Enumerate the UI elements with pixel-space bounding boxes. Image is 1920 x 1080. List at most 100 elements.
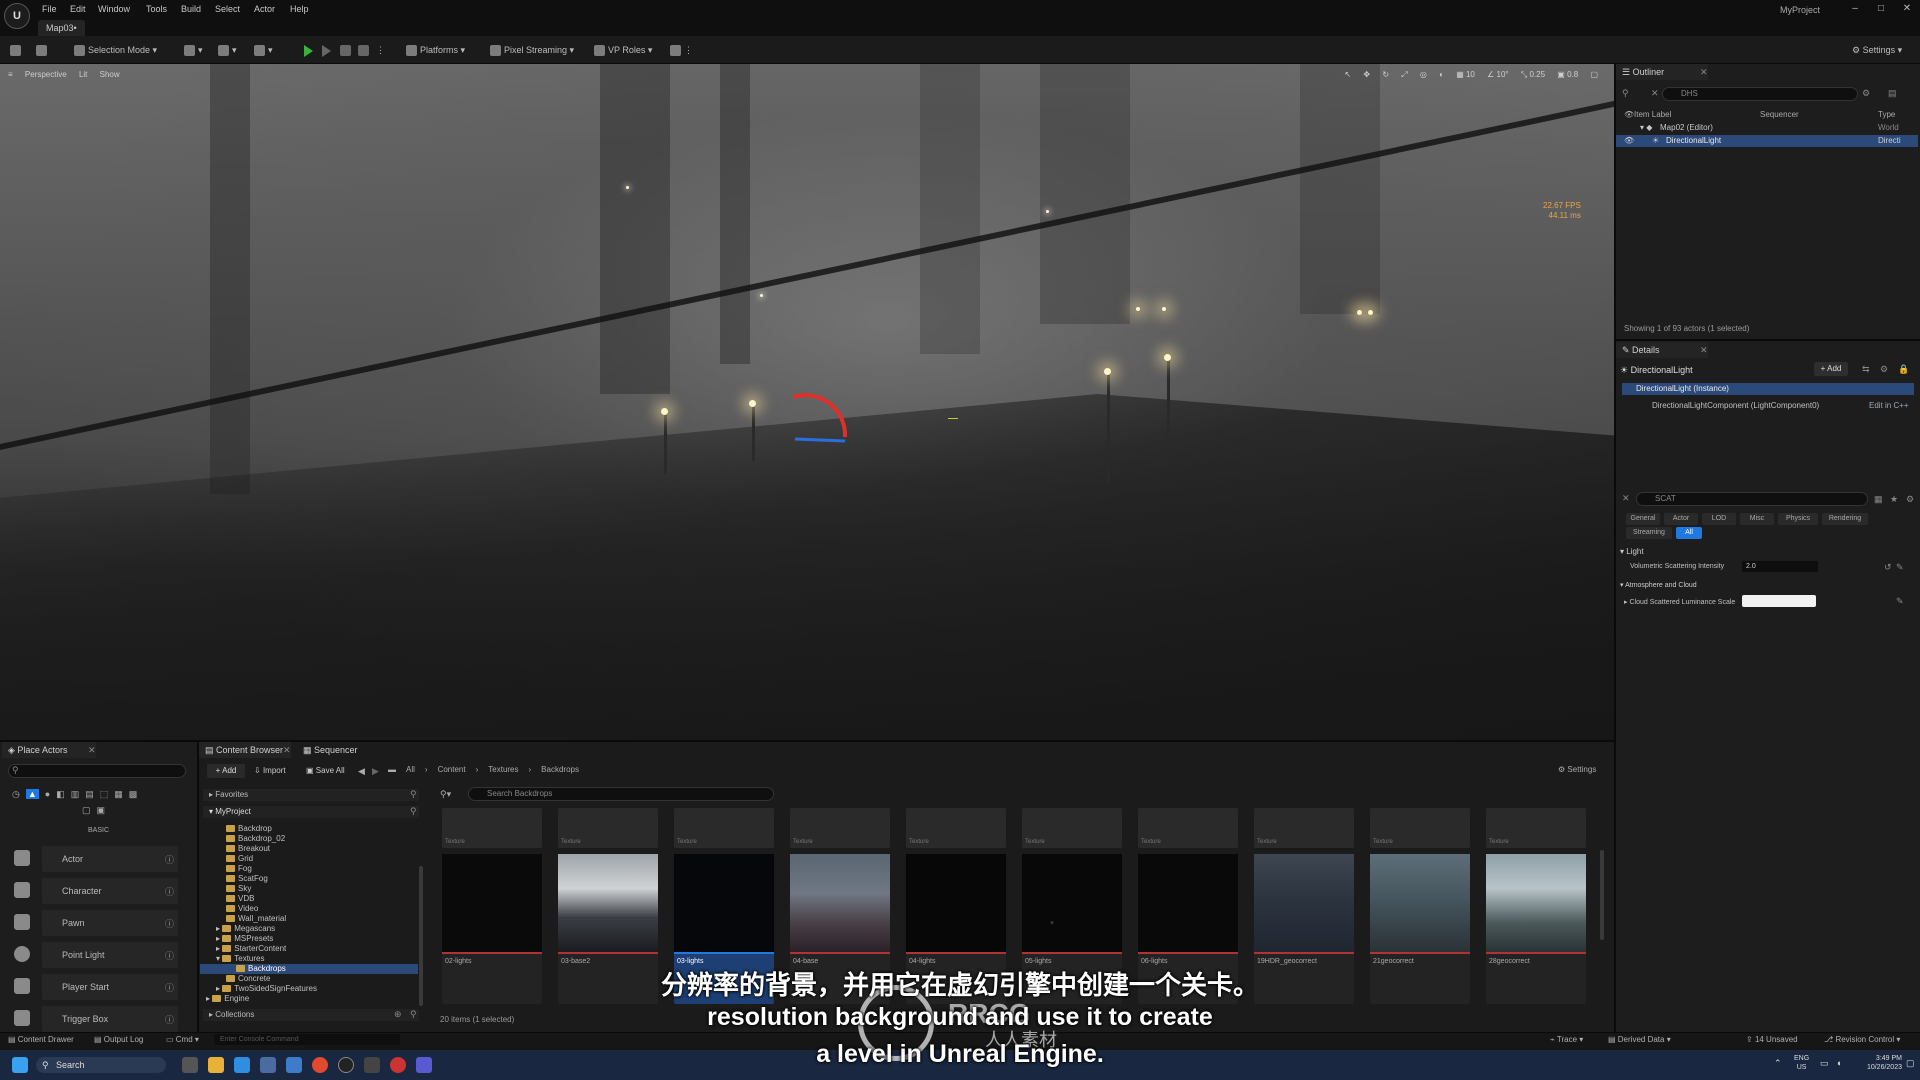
breadcrumb-item[interactable]: Textures (488, 765, 518, 774)
folder-item[interactable]: Backdrop (226, 824, 272, 834)
asset-tile-partial[interactable]: Texture (442, 808, 542, 848)
stop-icon[interactable] (340, 42, 354, 58)
filter-streaming[interactable]: Streaming (1626, 527, 1672, 539)
sequencer-tab[interactable]: ▦ Sequencer (297, 742, 367, 758)
folder-item[interactable]: ▸ MSPresets (216, 934, 273, 944)
folder-item[interactable]: ▸ StarterContent (216, 944, 286, 954)
blueprint-dropdown[interactable]: ▾ (218, 42, 237, 58)
asset-grid-scrollbar[interactable] (1600, 850, 1604, 940)
save-all-button[interactable]: ▣ Save All (306, 764, 345, 778)
all-classes-category-icon[interactable]: ▦ (114, 789, 123, 800)
breadcrumb-item[interactable]: All (406, 765, 415, 774)
outliner-tab[interactable]: ☰ Outliner (1616, 64, 1708, 80)
add-button[interactable]: + Add (207, 764, 245, 778)
folder-item[interactable]: Video (226, 904, 258, 914)
translate-icon[interactable]: ✥ (1363, 70, 1370, 79)
folder-item[interactable]: VDB (226, 894, 254, 904)
grid-snap-button[interactable]: ▦ 10 (1456, 70, 1475, 79)
cloud-luminance-color-swatch[interactable] (1742, 595, 1816, 607)
asset-tile-partial[interactable]: Texture (1486, 808, 1586, 848)
asset-tile-partial[interactable]: Texture (790, 808, 890, 848)
folder-item[interactable]: Breakout (226, 844, 270, 854)
place-actor-item[interactable]: Character ⓘ (14, 878, 178, 904)
content-settings-button[interactable]: ⚙ Settings (1558, 765, 1596, 774)
scale-icon[interactable]: ⤢ (1401, 70, 1407, 80)
favorites-search-icon[interactable]: ⚲ (410, 789, 417, 800)
unreal-logo-icon[interactable]: U (4, 3, 30, 29)
details-search-input[interactable]: SCAT (1636, 492, 1868, 506)
add-component-button[interactable]: + Add (1814, 362, 1848, 376)
save-icon[interactable] (10, 42, 24, 58)
place-actor-item[interactable]: Pawn ⓘ (14, 910, 178, 936)
lock-icon[interactable]: 🔒 (1898, 364, 1909, 375)
menu-tools[interactable]: Tools (146, 4, 167, 14)
browse-icon[interactable] (36, 42, 50, 58)
asset-tile-partial[interactable]: Texture (674, 808, 774, 848)
surface-snap-icon[interactable]: ◐ (1439, 70, 1444, 79)
outliner-row[interactable]: ▾ ◆ Map02 (Editor) World (1616, 122, 1918, 134)
lit-button[interactable]: Lit (79, 70, 87, 79)
vp-roles-dropdown[interactable]: VP Roles ▾ (594, 42, 652, 58)
show-button[interactable]: Show (100, 70, 120, 79)
asset-search-input[interactable]: Search Backdrops (468, 787, 774, 801)
info-icon[interactable]: ⓘ (165, 885, 174, 898)
filter-icon[interactable]: ⚲ (1622, 88, 1629, 99)
sequencer-column[interactable]: Sequencer (1760, 110, 1799, 119)
geometry-category-icon[interactable]: ▤ (85, 789, 94, 800)
details-close-icon[interactable]: ✕ (1700, 345, 1708, 356)
place-actors-search-input[interactable] (8, 764, 186, 778)
content-browser-tab[interactable]: ▤ Content Browser (199, 742, 291, 758)
asset-filter-icon[interactable]: ⚲▾ (440, 789, 451, 800)
close-icon[interactable]: ✕ (1898, 3, 1916, 14)
filter-physics[interactable]: Physics (1778, 513, 1818, 525)
more-options-icon[interactable]: ⋮ (376, 42, 385, 58)
folder-item[interactable]: Backdrop_02 (226, 834, 285, 844)
history-back-icon[interactable]: ◀ (358, 766, 365, 777)
info-icon[interactable]: ⓘ (165, 853, 174, 866)
maximize-viewport-icon[interactable]: ▢ (1590, 70, 1598, 79)
folder-item[interactable]: Fog (226, 864, 252, 874)
settings-dropdown[interactable]: ⚙ Settings ▾ (1852, 42, 1902, 58)
play-button[interactable] (304, 42, 313, 58)
filter-all[interactable]: All (1676, 527, 1702, 539)
breadcrumb-item[interactable]: Backdrops (541, 765, 579, 774)
outliner-options-icon[interactable]: ⚙ (1862, 88, 1870, 99)
maximize-icon[interactable]: □ (1872, 3, 1890, 14)
angle-snap-button[interactable]: ∠ 10° (1487, 70, 1509, 79)
details-tab[interactable]: ✎ Details (1616, 342, 1708, 358)
asset-tile-partial[interactable]: Texture (558, 808, 658, 848)
asset-tile-partial[interactable]: Texture (1254, 808, 1354, 848)
item-label-column[interactable]: Item Label (1634, 110, 1671, 119)
asset-tile-partial[interactable]: Texture (1370, 808, 1470, 848)
clear-search-icon[interactable]: ✕ (1651, 88, 1659, 99)
project-search-icon[interactable]: ⚲ (410, 806, 417, 817)
favorites-header[interactable]: ▸ Favorites (203, 789, 419, 801)
play-step-button[interactable] (322, 42, 331, 58)
outliner-close-icon[interactable]: ✕ (1700, 67, 1708, 78)
history-forward-icon[interactable]: ▶ (372, 766, 379, 777)
minimize-icon[interactable]: – (1846, 3, 1864, 14)
cinematic-category-icon[interactable]: ◧ (56, 789, 65, 800)
extra-category-icon-2[interactable]: ▣ (97, 805, 106, 816)
menu-edit[interactable]: Edit (70, 4, 86, 14)
place-actor-item[interactable]: Actor ⓘ (14, 846, 178, 872)
reset-arrow-icon[interactable]: ↺ (1884, 562, 1892, 573)
edit-in-cpp-link[interactable]: Edit in C++ (1869, 401, 1909, 410)
import-button[interactable]: ⇩ Import (254, 764, 286, 778)
menu-actor[interactable]: Actor (254, 4, 275, 14)
map-tab[interactable]: Map03• (38, 20, 85, 36)
folder-item[interactable]: Sky (226, 884, 251, 894)
asset-tile-partial[interactable]: Texture (1022, 808, 1122, 848)
settings-icon[interactable]: ⚙ (1880, 364, 1888, 375)
add-folder-icon[interactable]: ▤ (1888, 88, 1897, 99)
place-actors-tab[interactable]: ◈ Place Actors (2, 742, 96, 758)
volumes-category-icon[interactable]: ⬚ (100, 789, 109, 800)
scale-snap-button[interactable]: ⤡ 0.25 (1521, 70, 1545, 80)
asset-tile-partial[interactable]: Texture (1138, 808, 1238, 848)
blueprint-icon[interactable]: ⇆ (1862, 364, 1870, 375)
type-column[interactable]: Type (1878, 110, 1895, 119)
level-viewport[interactable] (0, 64, 1614, 740)
outliner-search-input[interactable]: DHS (1662, 87, 1858, 101)
menu-select[interactable]: Select (215, 4, 240, 14)
camera-speed-button[interactable]: ▣ 0.8 (1557, 70, 1578, 79)
